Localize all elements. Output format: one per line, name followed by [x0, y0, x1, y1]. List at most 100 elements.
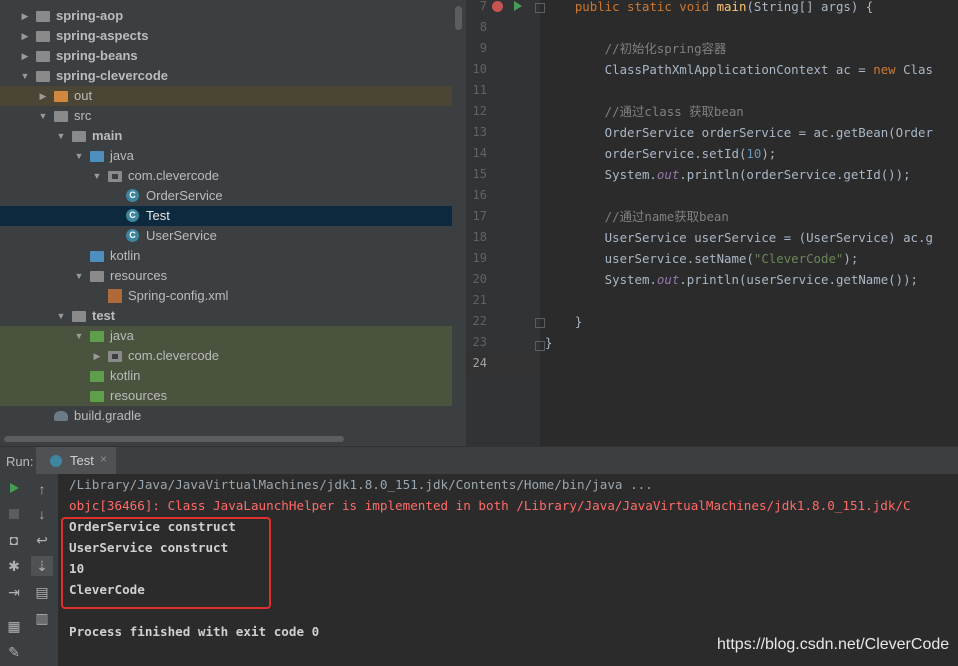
tree-item[interactable]: resources [0, 386, 452, 406]
expand-arrow-icon[interactable]: ▶ [20, 6, 30, 26]
tree-item[interactable]: C UserService [0, 226, 452, 246]
line-number: 7 [479, 0, 487, 13]
camera-icon[interactable]: ◘ [3, 530, 25, 550]
package-icon [108, 351, 122, 362]
up-arrow-icon[interactable]: ↑ [31, 479, 53, 499]
line-number: 16 [472, 188, 487, 202]
tree-item[interactable]: ▼ resources [0, 266, 452, 286]
tree-item-label: UserService [146, 228, 217, 243]
code-line[interactable]: orderService.setId(10); [545, 143, 777, 164]
fold-marker-icon[interactable] [535, 3, 545, 13]
tree-item[interactable]: ▼ test [0, 306, 452, 326]
class-icon: C [126, 189, 139, 202]
tree-item[interactable]: build.gradle [0, 406, 452, 426]
code-line[interactable]: userService.setName("CleverCode"); [545, 248, 859, 269]
collapse-arrow-icon[interactable]: ▼ [74, 146, 84, 166]
expand-arrow-icon[interactable]: ▶ [38, 86, 48, 106]
line-number: 19 [472, 251, 487, 265]
module-folder-icon [36, 51, 50, 62]
code-line[interactable]: //通过class 获取bean [545, 101, 744, 122]
source-folder-icon [90, 251, 104, 262]
code-line[interactable]: //通过name获取bean [545, 206, 729, 227]
tree-item[interactable]: ▶ com.clevercode [0, 346, 452, 366]
code-line[interactable]: ClassPathXmlApplicationContext ac = new … [545, 59, 933, 80]
down-arrow-icon[interactable]: ↓ [31, 504, 53, 524]
fold-marker-icon[interactable] [535, 341, 545, 351]
soft-wrap-icon[interactable]: ↩ [31, 530, 53, 550]
collapse-arrow-icon[interactable]: ▼ [74, 326, 84, 346]
scroll-to-end-icon[interactable]: ⇣ [31, 556, 53, 576]
tree-item-label: com.clevercode [128, 348, 220, 363]
tree-item-label: main [92, 128, 123, 143]
tree-item[interactable]: ▶ spring-beans [0, 46, 452, 66]
tree-item-label: out [74, 88, 93, 103]
collapse-arrow-icon[interactable]: ▼ [38, 106, 48, 126]
tree-item[interactable]: Spring-config.xml [0, 286, 452, 306]
tree-item-label: build.gradle [74, 408, 142, 423]
code-line[interactable]: System.out.println(userService.getName()… [545, 269, 918, 290]
bug-icon[interactable]: ✱ [3, 556, 25, 576]
code-line[interactable]: public static void main(String[] args) { [545, 0, 873, 17]
tree-item[interactable]: ▼ main [0, 126, 452, 146]
code-line[interactable]: } [545, 311, 582, 332]
code-token: (String[] args) { [746, 0, 874, 14]
expand-arrow-icon[interactable]: ▶ [20, 26, 30, 46]
resources-folder-icon [90, 271, 104, 282]
tree-item-label: spring-clevercode [56, 68, 168, 83]
spring-bean-icon[interactable] [492, 1, 503, 12]
tree-vertical-scrollbar[interactable] [455, 6, 462, 30]
close-tab-icon[interactable]: × [100, 452, 107, 466]
tree-item[interactable]: ▼ spring-clevercode [0, 66, 452, 86]
code-token: out [656, 167, 680, 182]
folder-icon [72, 311, 86, 322]
code-token: public static void [574, 0, 717, 14]
tree-item-label: OrderService [146, 188, 223, 203]
pin-icon[interactable]: ✎ [3, 642, 25, 662]
tree-item[interactable]: C OrderService [0, 186, 452, 206]
line-number: 14 [472, 146, 487, 160]
code-line[interactable]: UserService userService = (UserService) … [545, 227, 933, 248]
code-token: out [656, 272, 680, 287]
tree-item-label: kotlin [110, 248, 141, 263]
tree-item[interactable]: ▼ java [0, 326, 452, 346]
collapse-arrow-icon[interactable]: ▼ [74, 266, 84, 286]
code-line[interactable]: //初始化spring容器 [545, 38, 727, 59]
collapse-arrow-icon[interactable]: ▼ [56, 126, 66, 146]
exit-icon[interactable]: ⇥ [3, 582, 25, 602]
expand-arrow-icon[interactable]: ▶ [20, 46, 30, 66]
tree-item-label: java [110, 148, 134, 163]
collapse-arrow-icon[interactable]: ▼ [56, 306, 66, 326]
collapse-arrow-icon[interactable]: ▼ [92, 166, 102, 186]
tree-item[interactable]: kotlin [0, 366, 452, 386]
code-line[interactable]: OrderService orderService = ac.getBean(O… [545, 122, 933, 143]
tree-item[interactable]: ▼ java [0, 146, 452, 166]
project-tree: ▶ spring-aop ▶ spring-aspects ▶ spring-beans ▼… [0, 0, 466, 446]
code-token: OrderService orderService = ac.getBean(O… [545, 125, 933, 140]
tree-item[interactable]: ▶ spring-aop [0, 6, 452, 26]
tree-item[interactable]: ▼ src [0, 106, 452, 126]
stop-icon[interactable] [3, 504, 25, 524]
code-token: //通过name获取bean [545, 209, 729, 224]
collapse-arrow-icon[interactable]: ▼ [20, 66, 30, 86]
line-number: 21 [472, 293, 487, 307]
tree-item[interactable]: ▼ com.clevercode [0, 166, 452, 186]
fold-marker-icon[interactable] [535, 318, 545, 328]
print-icon[interactable]: ▤ [31, 582, 53, 602]
run-icon[interactable] [3, 479, 25, 499]
expand-arrow-icon[interactable]: ▶ [92, 346, 102, 366]
code-token: .println(orderService.getId()); [679, 167, 911, 182]
tree-horizontal-scrollbar[interactable] [4, 436, 344, 442]
tree-item[interactable]: ▶ out [0, 86, 452, 106]
tree-item[interactable]: kotlin [0, 246, 452, 266]
class-icon: C [126, 229, 139, 242]
class-icon [50, 455, 62, 467]
tree-item-label: spring-aspects [56, 28, 149, 43]
code-line[interactable]: System.out.println(orderService.getId())… [545, 164, 911, 185]
run-gutter-icon[interactable] [514, 1, 522, 11]
layout-icon[interactable]: ▦ [3, 616, 25, 636]
trash-icon[interactable]: ▥ [31, 608, 53, 628]
tree-item[interactable]: C Test [0, 206, 452, 226]
code-line[interactable]: } [545, 332, 552, 353]
tree-item[interactable]: ▶ spring-aspects [0, 26, 452, 46]
